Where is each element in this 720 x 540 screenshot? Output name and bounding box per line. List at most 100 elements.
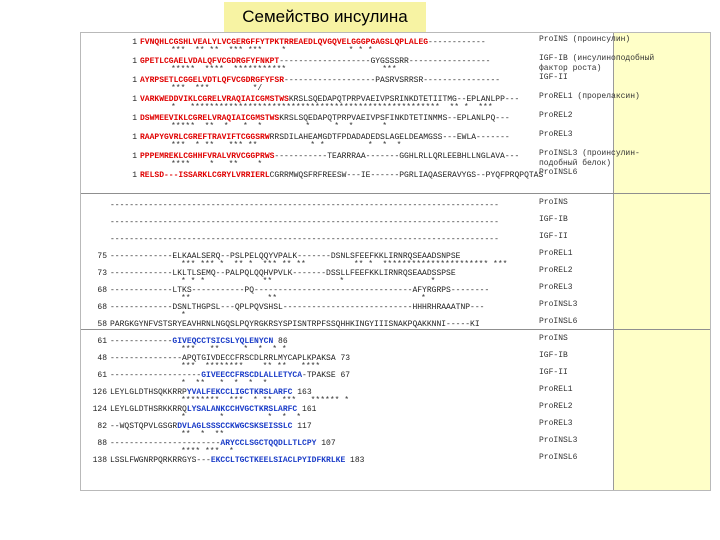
seq-segment-tail: -TPAKSE 67	[302, 371, 351, 380]
protein-label: ProINSL3	[539, 436, 577, 446]
seq-segment-pre: ----------------------------------------…	[110, 201, 499, 210]
position-number: 1	[132, 114, 137, 123]
sequence-line: 138 LSSLFWGNRPQRKRRGYS---EKCCLTGCTKEELSIA…	[85, 455, 365, 466]
sequence-line: 1 AYRPSETLCGGELVDTLQFVCGDRGFYFSR---------…	[85, 75, 500, 86]
sequence-line: 58 PARGKGYNFVSTSRYEAVHRNLNGQSLPQYRGKRSYSP…	[85, 319, 480, 330]
protein-label-line: IGF-IB (инсулиноподобный	[539, 54, 655, 63]
position-number: 1	[132, 38, 137, 47]
protein-label-line: IGF-II	[539, 368, 568, 377]
alignment-row: 1 RELSD---ISSARKLCGRYLVRRIERLCGRRMWQSFRFR…	[81, 168, 710, 181]
protein-label: ProREL2	[539, 111, 573, 121]
seq-segment-pre: LSSLFWGNRPQRKRRGYS---	[110, 456, 211, 465]
seq-segment-pre: LEYLGLDTHSRKKRRQ	[110, 405, 187, 414]
seq-segment-blue: EKCCLTGCTKEELSIACLPYIDFKRLKE	[210, 456, 346, 465]
position-number: 61	[97, 337, 107, 346]
protein-label-line: ProINSL3	[539, 436, 578, 445]
protein-label: ProINSL3	[539, 300, 577, 310]
seq-segment-pre: ----------------------------------------…	[110, 235, 499, 244]
alignment-row: 61 -------------------GIVEECCFRSCDLALLETY…	[81, 368, 710, 388]
sequence-line: 1 PPPEMREKLCGHHFVRALVRVCGGPRWS-----------…	[85, 151, 519, 162]
alignment-row: 124 LEYLGLDTHSRKKRRQLYSALANKCCHVGCTKRSLAR…	[81, 402, 710, 422]
seq-segment-pre: --WQSTQPVLGSGR	[110, 422, 178, 431]
protein-label-line: ProINS	[539, 198, 568, 207]
protein-label-line: ProINSL3 (проинсулин-	[539, 149, 640, 158]
protein-label: ProREL1	[539, 385, 573, 395]
protein-label: ProREL1 (прорелаксин)	[539, 92, 640, 102]
protein-label: ProINS	[539, 334, 568, 344]
protein-label-line: ProREL2	[539, 111, 573, 120]
alignment-row: ----------------------------------------…	[81, 232, 710, 245]
alignment-row: 88 -----------------------ARYCCLSGCTQQDLL…	[81, 436, 710, 456]
alignment-row: 73 -------------LKLTLSEMQ--PALPQLQQHVPVLK…	[81, 266, 710, 286]
seq-segment-pre: LEYLGLDTHSQKKRRP	[110, 388, 187, 397]
conservation-line: **** * ** *	[171, 160, 263, 169]
alignment-row: 1 PPPEMREKLCGHHFVRALVRVCGGPRWS-----------…	[81, 149, 710, 169]
slide-title: Семейство инсулина	[224, 2, 426, 32]
seq-segment-pre: -------------	[110, 337, 173, 346]
protein-label-line: ProINS (проинсулин)	[539, 35, 631, 44]
seq-segment-tail: 117	[292, 422, 312, 431]
protein-label: IGF-IB	[539, 351, 568, 361]
conservation-line: *** * ** *** ** * * * * *	[171, 141, 402, 150]
protein-label: IGF-IB	[539, 215, 568, 225]
sequence-line: ----------------------------------------…	[85, 234, 499, 245]
position-number: 1	[132, 133, 137, 142]
protein-label-line: ProREL3	[539, 130, 573, 139]
protein-label-line: IGF-IB	[539, 351, 568, 360]
alignment-row: 68 -------------DSNLTHGPSL---QPLPQVSHSL--…	[81, 300, 710, 320]
seq-segment-blk: CGRRMWQSFRFREESW---IE------PGRLIAQASERAV…	[269, 171, 544, 180]
protein-label-line: ProINSL6	[539, 453, 578, 462]
protein-label: ProREL3	[539, 419, 573, 429]
seq-segment-blk: -------------------PASRVSRRSR-----------…	[284, 76, 501, 85]
position-number: 61	[97, 371, 107, 380]
alignment-row: 75 -------------ELKAALSERQ--PSLPELQQYVPAL…	[81, 249, 710, 269]
seq-segment-pre: ----------------------------------------…	[110, 218, 499, 227]
protein-label-line: IGF-II	[539, 232, 568, 241]
position-number: 124	[92, 405, 107, 414]
alignment-row: 126 LEYLGLDTHSQKKRRPYVALFEKCCLIGCTKRSLARF…	[81, 385, 710, 405]
position-number: 68	[97, 286, 107, 295]
position-number: 58	[97, 320, 107, 329]
position-number: 73	[97, 269, 107, 278]
protein-label-line: IGF-IB	[539, 215, 568, 224]
protein-label: ProINSL3 (проинсулин-подобный белок)	[539, 149, 640, 169]
alignment-row: ----------------------------------------…	[81, 215, 710, 228]
protein-label-line: ProINSL6	[539, 317, 578, 326]
seq-segment-tail: 73	[335, 354, 351, 363]
protein-label: ProINS (проинсулин)	[539, 35, 630, 45]
protein-label: ProREL2	[539, 402, 573, 412]
position-number: 1	[132, 76, 137, 85]
protein-label-line: ProREL2	[539, 266, 573, 275]
alignment-row: 1 FVNQHLCGSHLVEALYLVCGERGFFYTPKTRREAEDLQV…	[81, 35, 710, 55]
protein-label: ProINSL6	[539, 168, 577, 178]
alignment-row: 48 ---------------APQTGIVDECCFRSCDLRRLMYC…	[81, 351, 710, 371]
position-number: 88	[97, 439, 107, 448]
seq-segment-pre: PARGKGYNFVSTSRYEAVHRNLNGQSLPQYRGKRSYSPIS…	[110, 320, 480, 329]
protein-label: IGF-IB (инсулиноподобный фактор роста)	[539, 54, 654, 74]
position-number: 1	[132, 95, 137, 104]
seq-segment-tail: 107	[316, 439, 336, 448]
protein-label-line: ProINS	[539, 334, 568, 343]
alignment-row: 61 -------------GIVEQCCTSICSLYQLENYCN 86 P…	[81, 334, 710, 354]
sequence-line: ----------------------------------------…	[85, 217, 499, 228]
protein-label: ProINSL6	[539, 453, 577, 463]
protein-label: IGF-II	[539, 368, 568, 378]
position-number: 48	[97, 354, 107, 363]
alignment-row: 68 -------------LTKS-----------PQ--------…	[81, 283, 710, 303]
position-number: 75	[97, 252, 107, 261]
alignment-row: 138 LSSLFWGNRPQRKRRGYS---EKCCLTGCTKEELSIA…	[81, 453, 710, 466]
protein-label: IGF-II	[539, 73, 568, 83]
protein-label-line: ProREL2	[539, 402, 573, 411]
seq-segment-red: RELSD---ISSARKLCGRYLVRRIERL	[140, 171, 270, 180]
alignment-row: 82 --WQSTQPVLGSGRDVLAGLSSSCCKWGCSKSEISSLC…	[81, 419, 710, 439]
alignment-row: 1 GPETLCGAELVDALQFVCGDRGFYFNKPT----------…	[81, 54, 710, 74]
protein-label-line: ProREL1	[539, 249, 573, 258]
alignment-row: 1 AYRPSETLCGGELVDTLQFVCGDRGFYFSR---------…	[81, 73, 710, 93]
position-number: 1	[132, 57, 137, 66]
protein-label-line: ProREL3	[539, 419, 573, 428]
alignment-row: ----------------------------------------…	[81, 198, 710, 211]
seq-segment-pre: -------------DSNLTHGPSL---QPLPQVSHSL----…	[110, 303, 485, 312]
alignment-row: 1 RAAPYGVRLCGREFTRAVIFTCGGSRWRRSDILAHEAMG…	[81, 130, 710, 150]
conservation-line: * **************************************…	[171, 103, 493, 112]
protein-label-line: ProREL1	[539, 385, 573, 394]
